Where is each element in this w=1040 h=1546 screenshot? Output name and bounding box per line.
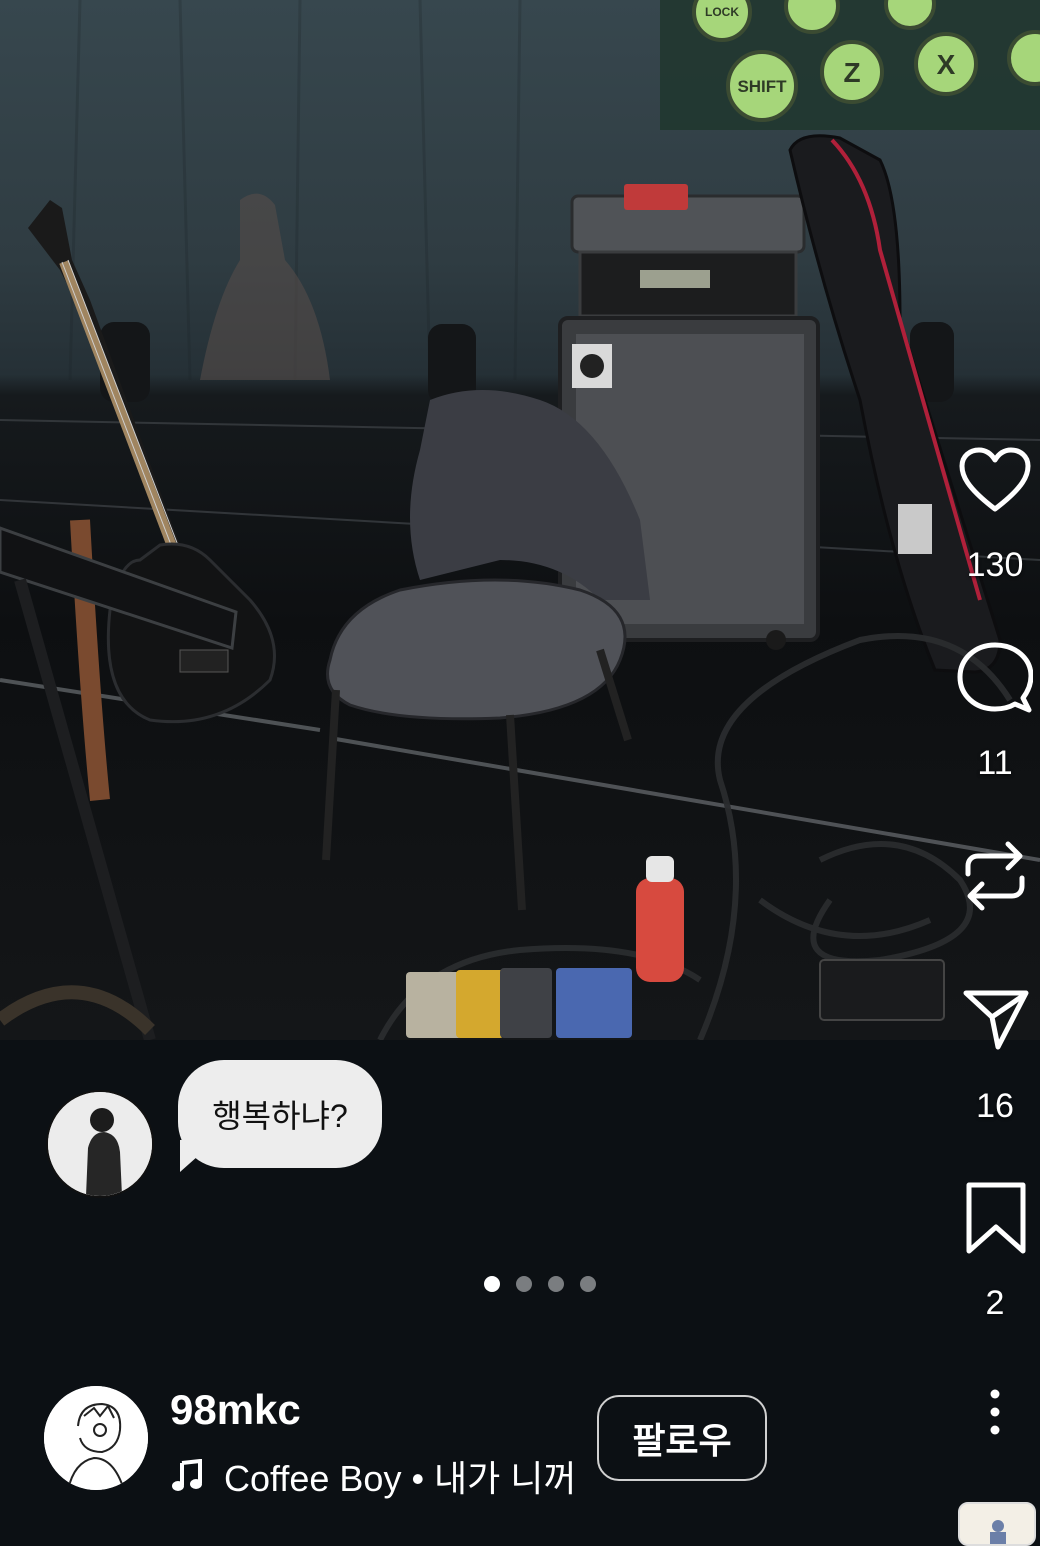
carousel-dot[interactable] (516, 1276, 532, 1292)
save-count: 2 (985, 1284, 1005, 1322)
music-stand (0, 526, 238, 1040)
svg-text:Z: Z (843, 57, 860, 88)
comment-text: 행복하냐? (212, 1098, 348, 1134)
commenter-avatar[interactable] (46, 1090, 154, 1198)
music-album-thumbnail[interactable] (958, 1502, 1036, 1546)
carousel-dots (484, 1276, 596, 1292)
share-count: 16 (976, 1087, 1014, 1125)
heart-icon (959, 447, 1031, 512)
more-icon (990, 1389, 1000, 1435)
more-button[interactable] (980, 1388, 1010, 1438)
music-label: Coffee Boy • 내가 니꺼 (224, 1458, 577, 1499)
music-note-icon (172, 1459, 202, 1491)
send-icon (963, 990, 1029, 1050)
comment-icon (957, 642, 1033, 713)
svg-text:SHIFT: SHIFT (737, 77, 787, 96)
stage-scene: LOCK SHIFT Z X (0, 0, 1040, 1040)
like-button[interactable] (955, 442, 1035, 518)
follow-button[interactable]: 팔로우 (597, 1395, 767, 1481)
comment-count: 11 (977, 744, 1013, 782)
author-username[interactable]: 98mkc (170, 1386, 301, 1434)
comment-bubble[interactable]: 행복하냐? (178, 1060, 382, 1168)
repost-button[interactable] (955, 836, 1035, 916)
repost-icon (965, 841, 1025, 911)
carousel-dot[interactable] (484, 1276, 500, 1292)
author-avatar[interactable] (44, 1386, 148, 1490)
like-count: 130 (966, 546, 1024, 584)
svg-text:LOCK: LOCK (705, 5, 739, 19)
music-info[interactable]: Coffee Boy • 내가 니꺼 (170, 1450, 577, 1502)
svg-text:X: X (937, 49, 956, 80)
chair (322, 390, 650, 911)
bookmark-icon (966, 1182, 1026, 1254)
post-photo[interactable]: LOCK SHIFT Z X (0, 0, 1040, 1040)
carousel-dot[interactable] (580, 1276, 596, 1292)
share-button[interactable] (958, 984, 1034, 1054)
save-button[interactable] (958, 1178, 1034, 1258)
carousel-dot[interactable] (548, 1276, 564, 1292)
comment-button[interactable] (955, 640, 1035, 716)
